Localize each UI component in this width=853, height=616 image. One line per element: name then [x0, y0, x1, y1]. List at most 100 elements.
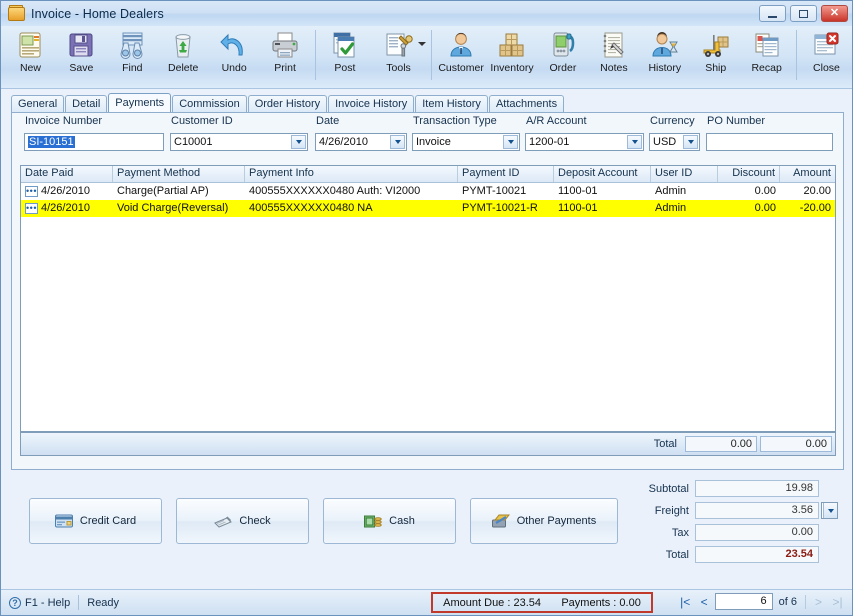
toolbar-label: Tools [386, 62, 411, 74]
date-dropdown-button[interactable] [390, 135, 405, 149]
toolbar-button-undo[interactable]: Undo [209, 26, 260, 86]
toolbar-button-post[interactable]: Post [319, 26, 370, 86]
tools-wrench-icon [384, 30, 414, 60]
transaction-type-combo[interactable]: Invoice [412, 133, 520, 151]
po-number-input[interactable] [706, 133, 833, 151]
toolbar-button-order[interactable]: Order [537, 26, 588, 86]
chevron-down-icon [295, 140, 302, 144]
next-record-icon: > [814, 594, 822, 609]
other-payments-button[interactable]: Other Payments [470, 498, 618, 544]
customer-id-dropdown-button[interactable] [291, 135, 306, 149]
check-icon [214, 514, 233, 529]
column-header-discount[interactable]: Discount [718, 166, 780, 182]
cell-amount: -20.00 [799, 202, 831, 214]
toolbar-button-inventory[interactable]: Inventory [487, 26, 538, 86]
ar-account-combo[interactable]: 1200-01 [525, 133, 644, 151]
column-header-user-id[interactable]: User ID [651, 166, 718, 182]
toolbar-button-history[interactable]: History [639, 26, 690, 86]
toolbar-label: New [19, 62, 41, 74]
toolbar-button-customer[interactable]: Customer [436, 26, 487, 86]
toolbar-label: Close [813, 62, 840, 74]
column-header-deposit-account[interactable]: Deposit Account [554, 166, 651, 182]
previous-record-button[interactable]: < [696, 593, 713, 610]
tab-order-history[interactable]: Order History [247, 95, 328, 112]
column-header-amount[interactable]: Amount [780, 166, 835, 182]
total-label: Total [665, 548, 689, 561]
column-header-payment-id[interactable]: Payment ID [458, 166, 554, 182]
check-button[interactable]: Check [176, 498, 309, 544]
inventory-boxes-icon [497, 30, 527, 60]
toolbar-button-find[interactable]: Find [107, 26, 158, 86]
ar-account-dropdown-button[interactable] [627, 135, 642, 149]
tab-commission[interactable]: Commission [172, 95, 247, 112]
toolbar-button-new[interactable]: New [5, 26, 56, 86]
toolbar-button-save[interactable]: Save [56, 26, 107, 86]
table-row[interactable]: ••• 4/26/2010 Void Charge(Reversal) 4005… [21, 200, 835, 217]
column-header-date-paid[interactable]: Date Paid [21, 166, 113, 182]
invoice-number-value: SI-10151 [28, 136, 75, 148]
customer-id-combo[interactable]: C10001 [170, 133, 308, 151]
freight-method-combo[interactable]: N [821, 502, 838, 519]
tab-item-history[interactable]: Item History [415, 95, 488, 112]
invoice-number-input[interactable]: SI-10151 [24, 133, 164, 151]
history-person-hourglass-icon [650, 30, 680, 60]
currency-value: USD [653, 136, 677, 148]
tab-detail[interactable]: Detail [65, 95, 108, 112]
credit-card-icon [54, 514, 73, 529]
currency-combo[interactable]: USD [649, 133, 700, 151]
maximize-button[interactable] [790, 5, 817, 22]
toolbar-button-print[interactable]: Print [260, 26, 311, 86]
grid-total-label: Total [653, 438, 677, 450]
tab-general[interactable]: General [11, 95, 65, 112]
column-header-payment-method[interactable]: Payment Method [113, 166, 245, 182]
freight-value[interactable]: 3.56 [695, 502, 819, 519]
cell-payment-id: PYMT-10021-R [462, 202, 538, 214]
chevron-down-icon [827, 508, 834, 513]
date-input[interactable]: 4/26/2010 [315, 133, 407, 151]
credit-card-button[interactable]: Credit Card [29, 498, 162, 544]
table-row[interactable]: ••• 4/26/2010 Charge(Partial AP) 400555X… [21, 183, 835, 200]
toolbar-label: Post [334, 62, 356, 74]
freight-dropdown-button[interactable] [823, 503, 837, 518]
toolbar-label: Ship [705, 62, 727, 74]
toolbar-button-close[interactable]: Close [801, 26, 852, 86]
row-expand-button[interactable]: ••• [25, 203, 38, 214]
first-record-button[interactable]: |< [677, 593, 694, 610]
row-expand-button[interactable]: ••• [25, 186, 38, 197]
last-record-button[interactable]: >| [829, 593, 846, 610]
toolbar-button-recap[interactable]: Recap [741, 26, 792, 86]
currency-dropdown-button[interactable] [683, 135, 698, 149]
toolbar-separator-2 [430, 30, 432, 80]
help-label: F1 - Help [25, 596, 71, 609]
chevron-down-icon[interactable] [417, 42, 426, 46]
tab-attachments[interactable]: Attachments [488, 95, 565, 112]
binoculars-icon [117, 30, 147, 60]
tab-payments[interactable]: Payments [108, 93, 172, 112]
invoice-number-label: Invoice Number [25, 115, 103, 127]
toolbar-button-tools[interactable]: Tools [370, 26, 426, 86]
record-count-label: of 6 [778, 595, 797, 608]
column-header-payment-info[interactable]: Payment Info [245, 166, 458, 182]
record-number-input[interactable]: 6 [714, 593, 773, 610]
help-link[interactable]: ? F1 - Help [9, 596, 71, 609]
post-checkmark-icon [330, 30, 360, 60]
recycle-bin-icon [168, 30, 198, 60]
next-record-button[interactable]: > [810, 593, 827, 610]
amount-summary-highlight: Amount Due : 23.54 Payments : 0.00 [431, 592, 653, 613]
credit-card-label: Credit Card [79, 515, 137, 527]
transaction-type-value: Invoice [416, 136, 451, 148]
payments-grid[interactable]: Date Paid Payment Method Payment Info Pa… [20, 165, 836, 432]
summary-row-freight: Freight 3.56 N [633, 501, 838, 520]
header-fields: Invoice Number SI-10151 Customer ID C100… [12, 113, 845, 159]
close-button[interactable]: ✕ [821, 5, 848, 22]
toolbar-button-notes[interactable]: Notes [588, 26, 639, 86]
minimize-button[interactable] [759, 5, 786, 22]
toolbar-button-ship[interactable]: Ship [690, 26, 741, 86]
tab-invoice-history[interactable]: Invoice History [328, 95, 415, 112]
po-number-label: PO Number [707, 115, 766, 127]
toolbar-button-delete[interactable]: Delete [158, 26, 209, 86]
transaction-type-dropdown-button[interactable] [503, 135, 518, 149]
cash-button[interactable]: Cash [323, 498, 456, 544]
toolbar-label: Notes [600, 62, 628, 74]
toolbar-label: Find [122, 62, 143, 74]
